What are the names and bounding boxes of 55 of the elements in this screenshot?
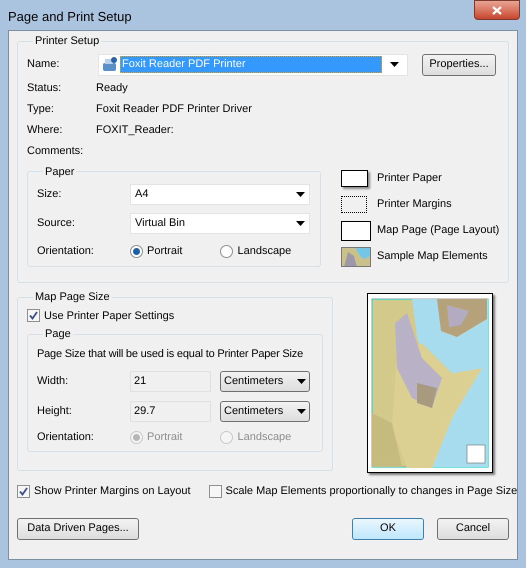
field-label: Name: bbox=[27, 57, 60, 72]
radio-label: Portrait bbox=[147, 430, 182, 446]
caret-icon bbox=[296, 192, 305, 197]
dropdown[interactable]: Virtual Bin bbox=[130, 213, 310, 234]
radio-button[interactable] bbox=[130, 245, 143, 258]
window-title: Page and Print Setup bbox=[8, 8, 132, 26]
caret-icon bbox=[390, 62, 398, 67]
checkbox[interactable] bbox=[27, 309, 40, 322]
legend-label: Printer Margins bbox=[377, 197, 452, 212]
close-button[interactable] bbox=[474, 0, 520, 20]
field-value: FOXIT_Reader: bbox=[96, 122, 174, 138]
map-swatch-icon bbox=[341, 246, 371, 266]
printer-icon bbox=[102, 56, 118, 72]
group-title: Paper bbox=[45, 166, 74, 178]
paper-swatch-icon bbox=[341, 170, 368, 187]
radio-label: Landscape bbox=[237, 244, 292, 260]
checkbox[interactable] bbox=[17, 484, 30, 498]
margins-swatch-icon bbox=[341, 196, 367, 213]
dialog-button[interactable]: OK bbox=[352, 518, 424, 540]
radio-button[interactable] bbox=[220, 245, 234, 258]
properties-button[interactable]: Properties... bbox=[422, 54, 496, 76]
group-title: Page bbox=[45, 328, 71, 340]
page-swatch-icon bbox=[341, 220, 371, 240]
field-label: Where: bbox=[27, 122, 64, 138]
field-label: Status: bbox=[27, 80, 62, 96]
dialog-button[interactable]: Cancel bbox=[437, 518, 509, 540]
legend-label: Sample Map Elements bbox=[377, 249, 488, 264]
checkbox[interactable] bbox=[208, 484, 222, 498]
page-size-note: Page Size that will be used is equal to Printer Paper Size bbox=[37, 347, 303, 362]
field-label: Type: bbox=[27, 102, 55, 117]
checkbox-label: Scale Map Elements proportionally to changes in Page Size bbox=[226, 484, 518, 499]
field-value: Ready bbox=[96, 80, 128, 96]
field-value: Foxit Reader PDF Printer Driver bbox=[96, 102, 252, 117]
caret-icon bbox=[297, 409, 306, 414]
dialog-button[interactable]: Data Driven Pages... bbox=[17, 518, 139, 540]
group-title: Map Page Size bbox=[35, 291, 110, 303]
field-label: Source: bbox=[37, 216, 76, 232]
field-label: Width: bbox=[37, 374, 70, 390]
radio-label: Landscape bbox=[237, 430, 292, 446]
field-label: Size: bbox=[37, 187, 62, 202]
radio-label: Portrait bbox=[147, 244, 182, 260]
checkbox-label: Show Printer Margins on Layout bbox=[34, 484, 191, 499]
caret-icon bbox=[297, 379, 306, 384]
field-label: Orientation: bbox=[37, 430, 95, 446]
dropdown-value: Foxit Reader PDF Printer bbox=[120, 56, 382, 73]
caret-icon bbox=[296, 221, 305, 226]
legend-label: Printer Paper bbox=[377, 171, 442, 186]
field-label: Comments: bbox=[27, 144, 84, 159]
field-label: Orientation: bbox=[37, 244, 95, 260]
field-label: Height: bbox=[37, 404, 73, 420]
group-title: Printer Setup bbox=[35, 35, 100, 47]
legend-label: Map Page (Page Layout) bbox=[377, 223, 500, 238]
close-icon bbox=[492, 6, 502, 14]
dropdown[interactable]: A4 bbox=[130, 184, 310, 205]
checkbox-label: Use Printer Paper Settings bbox=[44, 308, 174, 324]
